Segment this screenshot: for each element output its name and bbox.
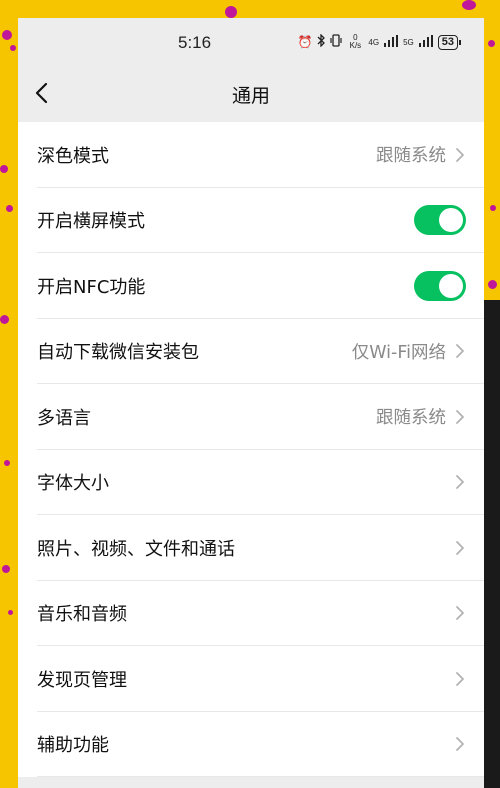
net-speed: 0 K/s	[349, 33, 362, 50]
navigation-bar: 通用	[18, 68, 484, 118]
chevron-right-icon	[456, 671, 464, 686]
bluetooth-icon	[317, 33, 326, 50]
setting-dark-mode[interactable]: 深色模式 跟随系统	[18, 122, 484, 188]
setting-font-size[interactable]: 字体大小	[18, 450, 484, 516]
setting-media-files-calls[interactable]: 照片、视频、文件和通话	[18, 515, 484, 581]
setting-label: 辅助功能	[37, 735, 109, 757]
setting-label: 多语言	[37, 407, 91, 429]
setting-label: 深色模式	[37, 145, 109, 167]
battery-indicator: 53	[437, 34, 462, 50]
nfc-toggle[interactable]	[414, 270, 466, 301]
setting-label: 照片、视频、文件和通话	[37, 538, 235, 560]
setting-label: 自动下载微信安装包	[37, 342, 199, 364]
status-icons: ⏰ 0 K/s 4G 5G 53	[297, 33, 462, 50]
setting-music-audio[interactable]: 音乐和音频	[18, 581, 484, 647]
setting-label: 音乐和音频	[37, 604, 127, 626]
setting-nfc: 开启NFC功能	[18, 253, 484, 319]
page-title: 通用	[231, 85, 270, 107]
signal-5g-label: 5G	[403, 37, 414, 47]
chevron-right-icon	[456, 147, 464, 162]
signal-bars-icon	[418, 34, 433, 50]
phone-screen: 5:16 ⏰ 0 K/s 4G 5G 53 通用 深色模式 跟随系统 开启横屏模…	[18, 18, 484, 788]
status-time: 5:16	[178, 33, 212, 52]
settings-list: 深色模式 跟随系统 开启横屏模式 开启NFC功能 自动下载微信安装包 仅Wi-F…	[18, 122, 484, 777]
vibrate-icon	[330, 34, 343, 50]
chevron-right-icon	[456, 540, 464, 555]
alarm-icon: ⏰	[297, 35, 313, 49]
setting-value: 仅Wi-Fi网络	[351, 342, 446, 363]
chevron-right-icon	[456, 737, 464, 752]
setting-auto-download-installer[interactable]: 自动下载微信安装包 仅Wi-Fi网络	[18, 319, 484, 385]
signal-4g-label: 4G	[368, 37, 380, 47]
setting-discover-management[interactable]: 发现页管理	[18, 646, 484, 712]
chevron-right-icon	[456, 409, 464, 424]
signal-bars-icon	[384, 34, 399, 50]
toggle-knob	[439, 208, 463, 233]
chevron-right-icon	[456, 606, 464, 621]
toggle-knob	[439, 273, 463, 298]
chevron-right-icon	[456, 475, 464, 490]
setting-landscape-mode: 开启横屏模式	[18, 188, 484, 254]
setting-label: 开启NFC功能	[37, 276, 146, 298]
chevron-right-icon	[456, 344, 464, 359]
setting-language[interactable]: 多语言 跟随系统	[18, 384, 484, 450]
status-bar: 5:16 ⏰ 0 K/s 4G 5G 53	[18, 18, 484, 68]
setting-label: 开启横屏模式	[37, 211, 145, 233]
setting-value: 跟随系统	[376, 146, 446, 167]
landscape-mode-toggle[interactable]	[414, 205, 466, 236]
setting-label: 发现页管理	[37, 669, 127, 691]
setting-value: 跟随系统	[376, 408, 446, 429]
setting-label: 字体大小	[37, 473, 109, 495]
setting-accessibility[interactable]: 辅助功能	[18, 712, 484, 778]
